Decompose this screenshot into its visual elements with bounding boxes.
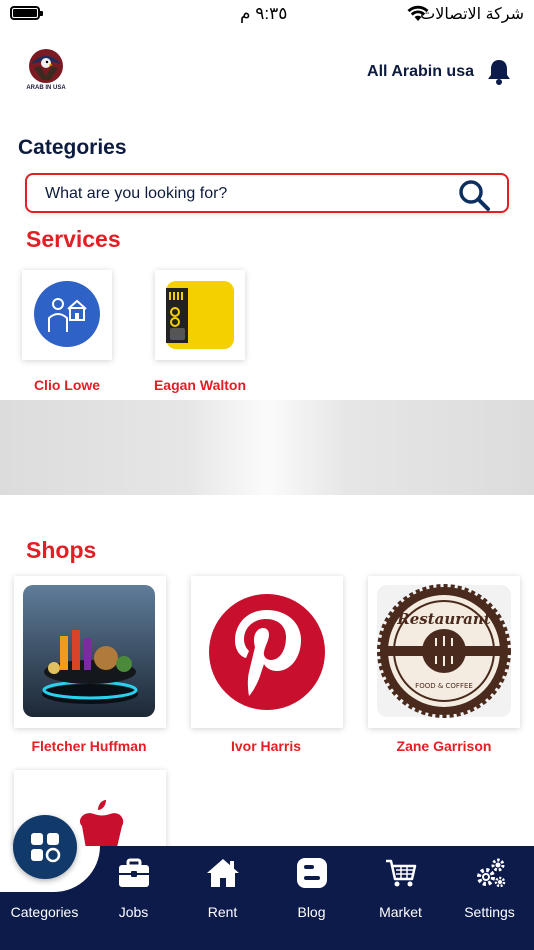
page-title: Categories: [18, 136, 127, 159]
nav-label-jobs: Jobs: [118, 904, 149, 920]
app-logo[interactable]: ARAB IN USA: [22, 46, 70, 96]
restaurant-badge-top: Restaurant: [396, 610, 491, 628]
shop-label[interactable]: Fletcher Huffman: [4, 738, 174, 754]
nav-item-rent[interactable]: Rent: [178, 856, 267, 926]
restaurant-badge-logo: Restaurant FOOD & COFFEE: [377, 584, 511, 718]
pinterest-logo: [209, 594, 325, 710]
nav-item-jobs[interactable]: Jobs: [89, 856, 178, 926]
shop-label[interactable]: Ivor Harris: [181, 738, 351, 754]
nav-label-rent: Rent: [207, 904, 238, 920]
nav-label-market: Market: [379, 904, 422, 920]
gears-icon: [476, 858, 505, 888]
shop-card[interactable]: [14, 576, 166, 728]
nav-label-blog: Blog: [297, 904, 326, 920]
service-card[interactable]: [22, 270, 112, 360]
shop-label[interactable]: Zane Garrison: [359, 738, 529, 754]
service-card[interactable]: [155, 270, 245, 360]
services-section-title: Services: [26, 226, 121, 252]
real-estate-agent-icon: [34, 281, 100, 347]
search-input[interactable]: [45, 183, 445, 205]
status-time: ٩:٣٥ م: [240, 4, 288, 23]
blogger-icon: [296, 858, 327, 888]
carrier-name: شركة الاتصالات: [420, 6, 524, 23]
nav-label-categories: Categories: [10, 904, 79, 920]
service-label[interactable]: Clio Lowe: [0, 377, 137, 393]
status-bar: ٩:٣٥ م شركة الاتصالات: [0, 0, 534, 30]
nav-item-settings[interactable]: Settings: [445, 856, 534, 926]
shop-card[interactable]: [191, 576, 343, 728]
battery-icon: [10, 6, 43, 20]
briefcase-icon: [118, 858, 149, 887]
logo-text: ARAB IN USA: [26, 85, 66, 91]
bell-icon[interactable]: [486, 58, 512, 86]
nav-item-categories[interactable]: Categories: [0, 856, 89, 926]
shop-card[interactable]: Restaurant FOOD & COFFEE: [368, 576, 520, 728]
account-name[interactable]: All Arabin usa: [367, 63, 474, 81]
nav-item-blog[interactable]: Blog: [267, 856, 356, 926]
eagle-flag-icon: [29, 49, 63, 83]
food-platter-image: [23, 585, 155, 717]
nav-label-settings: Settings: [464, 904, 515, 920]
restaurant-badge-bottom: FOOD & COFFEE: [415, 682, 473, 690]
service-label[interactable]: Eagan Walton: [130, 377, 270, 393]
home-icon: [206, 859, 239, 887]
shops-section-title: Shops: [26, 537, 97, 563]
search-bar[interactable]: [25, 173, 509, 213]
nav-item-market[interactable]: Market: [356, 856, 445, 926]
promo-banner[interactable]: [0, 400, 534, 495]
cart-icon: [385, 859, 416, 887]
barber-tools-icon: [166, 281, 234, 349]
search-icon[interactable]: [457, 179, 491, 211]
